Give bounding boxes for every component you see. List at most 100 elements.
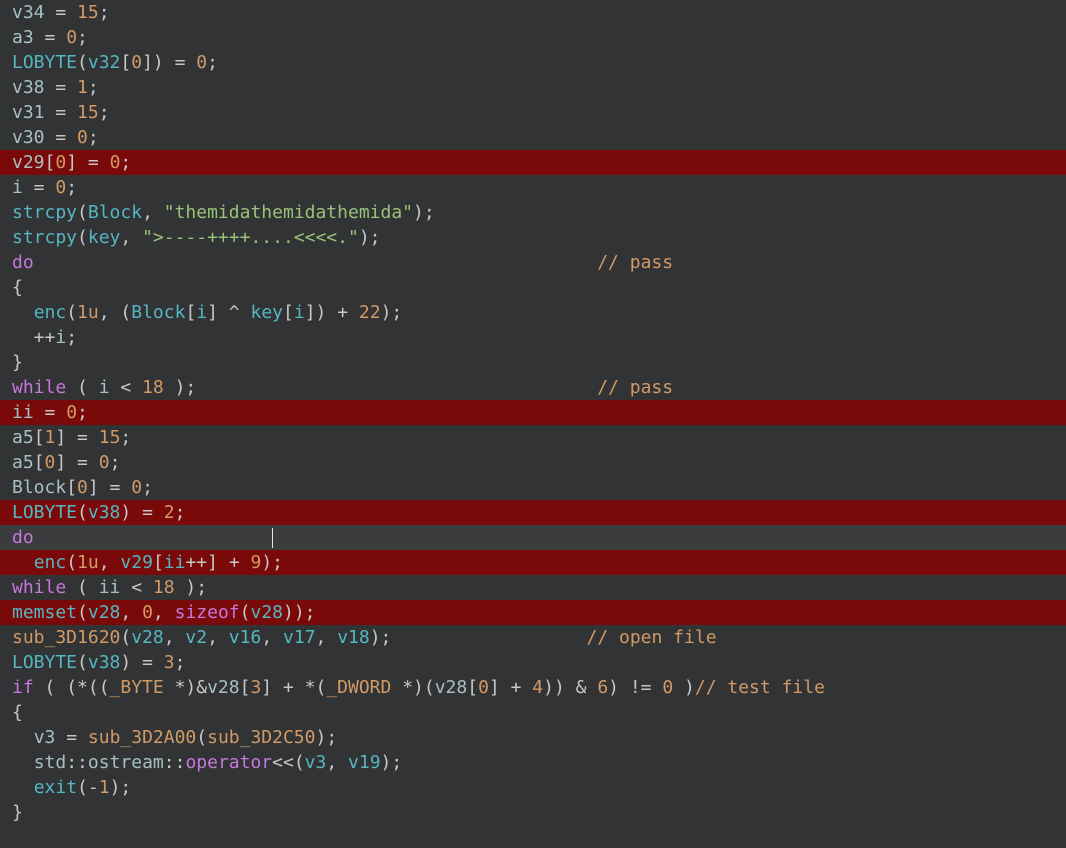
code-line[interactable]: while ( i < 18 ); // pass: [0, 375, 1066, 400]
code-token: {: [12, 702, 23, 723]
code-line[interactable]: v3 = sub_3D2A00(sub_3D2C50);: [0, 725, 1066, 750]
code-token: ,: [120, 227, 142, 248]
code-token: 0: [55, 177, 66, 198]
code-line[interactable]: LOBYTE(v32[0]) = 0;: [0, 50, 1066, 75]
code-token: [: [153, 552, 164, 573]
code-token: v3: [305, 752, 327, 773]
text-caret: [272, 527, 273, 548]
decompiler-code-view[interactable]: v34 = 15;a3 = 0;LOBYTE(v32[0]) = 0;v38 =…: [0, 0, 1066, 825]
code-token: sub_3D2C50: [207, 727, 315, 748]
code-token: ,: [316, 627, 338, 648]
code-line[interactable]: strcpy(key, ">----++++....<<<<.");: [0, 225, 1066, 250]
code-token: *)(: [391, 677, 434, 698]
code-line[interactable]: enc(1u, v29[ii++] + 9);: [0, 550, 1066, 575]
code-line[interactable]: memset(v28, 0, sizeof(v28));: [0, 600, 1066, 625]
code-token: );: [370, 627, 392, 648]
code-token: 0: [77, 477, 88, 498]
code-token: ,: [261, 627, 283, 648]
code-line[interactable]: {: [0, 700, 1066, 725]
code-token: ) =: [120, 652, 163, 673]
code-token: LOBYTE: [12, 52, 77, 73]
code-token: (: [66, 302, 77, 323]
code-token: // pass: [597, 377, 673, 398]
code-token: (: [77, 52, 88, 73]
code-token: ;: [88, 127, 99, 148]
code-token: ] =: [66, 152, 109, 173]
code-token: do: [12, 527, 34, 548]
code-line[interactable]: a5[0] = 0;: [0, 450, 1066, 475]
code-line[interactable]: LOBYTE(v38) = 3;: [0, 650, 1066, 675]
code-line[interactable]: ii = 0;: [0, 400, 1066, 425]
code-token: =: [55, 727, 88, 748]
code-token: enc: [34, 302, 67, 323]
code-line[interactable]: ++i;: [0, 325, 1066, 350]
code-line[interactable]: do // pass: [0, 250, 1066, 275]
code-line[interactable]: a3 = 0;: [0, 25, 1066, 50]
code-token: 2: [164, 502, 175, 523]
code-token: 15: [77, 2, 99, 23]
code-token: exit: [34, 777, 77, 798]
code-line[interactable]: v29[0] = 0;: [0, 150, 1066, 175]
code-token: );: [381, 752, 403, 773]
code-token: ) !=: [608, 677, 662, 698]
code-token: v28: [207, 677, 240, 698]
code-token: strcpy: [12, 202, 77, 223]
code-line[interactable]: }: [0, 800, 1066, 825]
code-line[interactable]: enc(1u, (Block[i] ^ key[i]) + 22);: [0, 300, 1066, 325]
code-line[interactable]: v34 = 15;: [0, 0, 1066, 25]
code-token: enc: [34, 552, 67, 573]
code-token: 6: [597, 677, 608, 698]
code-line[interactable]: sub_3D1620(v28, v2, v16, v17, v18); // o…: [0, 625, 1066, 650]
code-token: <: [110, 377, 143, 398]
code-token: ));: [283, 602, 316, 623]
code-line[interactable]: v30 = 0;: [0, 125, 1066, 150]
code-token: 0: [131, 477, 142, 498]
code-token: 3: [164, 652, 175, 673]
code-token: i: [99, 377, 110, 398]
code-token: );: [175, 577, 208, 598]
code-token: [: [34, 427, 45, 448]
code-token: ;: [110, 452, 121, 473]
code-token: [12, 302, 34, 323]
code-line[interactable]: strcpy(Block, "themidathemidathemida");: [0, 200, 1066, 225]
code-token: 15: [77, 102, 99, 123]
code-token: [12, 727, 34, 748]
code-line[interactable]: std::ostream::operator<<(v3, v19);: [0, 750, 1066, 775]
code-line[interactable]: {: [0, 275, 1066, 300]
code-token: ;: [120, 427, 131, 448]
code-line[interactable]: Block[0] = 0;: [0, 475, 1066, 500]
code-line[interactable]: if ( (*((_BYTE *)&v28[3] + *(_DWORD *)(v…: [0, 675, 1066, 700]
code-token: 0: [99, 452, 110, 473]
code-token: );: [164, 377, 197, 398]
code-token: LOBYTE: [12, 652, 77, 673]
code-token: strcpy: [12, 227, 77, 248]
code-token: [: [240, 677, 251, 698]
code-line[interactable]: LOBYTE(v38) = 2;: [0, 500, 1066, 525]
code-line[interactable]: a5[1] = 15;: [0, 425, 1066, 450]
code-token: (: [77, 502, 88, 523]
code-token: (: [66, 577, 99, 598]
code-token: [34, 252, 598, 273]
code-token: (: [77, 652, 88, 673]
code-token: sub_3D1620: [12, 627, 120, 648]
code-token: v28: [88, 602, 121, 623]
code-line[interactable]: do: [0, 525, 1066, 550]
code-line[interactable]: while ( ii < 18 );: [0, 575, 1066, 600]
code-token: key: [250, 302, 283, 323]
code-token: (: [196, 727, 207, 748]
code-token: _BYTE: [110, 677, 164, 698]
code-line[interactable]: exit(-1);: [0, 775, 1066, 800]
code-token: (: [66, 377, 99, 398]
code-token: );: [110, 777, 132, 798]
code-line[interactable]: }: [0, 350, 1066, 375]
code-line[interactable]: v31 = 15;: [0, 100, 1066, 125]
code-token: ] + *(: [261, 677, 326, 698]
code-token: [196, 377, 597, 398]
code-token: i: [12, 177, 23, 198]
code-line[interactable]: v38 = 1;: [0, 75, 1066, 100]
code-token: // open file: [586, 627, 716, 648]
code-token: ] =: [55, 452, 98, 473]
code-token: (-: [77, 777, 99, 798]
code-line[interactable]: i = 0;: [0, 175, 1066, 200]
code-token: 0: [110, 152, 121, 173]
